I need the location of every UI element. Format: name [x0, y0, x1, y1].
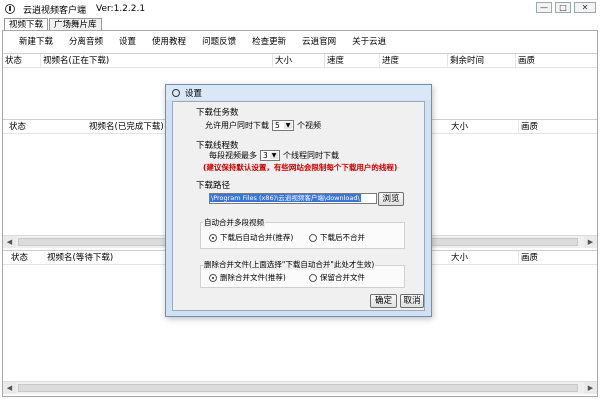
- radio-unselected-icon: [309, 273, 317, 282]
- downloading-table-header: 状态 视频名(正在下载) 大小 速度 进度 剩余时间 画质: [3, 54, 597, 68]
- scroll-left-icon[interactable]: ◀: [3, 382, 16, 394]
- task-count-prefix: 允许用户同时下载: [205, 121, 269, 130]
- settings-dialog-body: 下载任务数 允许用户同时下载 5 ▼ 个视频 下载线程数 每段视频最多 3 ▼ …: [172, 101, 425, 311]
- menu-feedback[interactable]: 问题反馈: [194, 34, 244, 50]
- cancel-button[interactable]: 取消: [400, 294, 424, 308]
- ok-button[interactable]: 确定: [370, 294, 397, 308]
- thread-count-row: 每段视频最多 3 ▼ 个线程同时下载: [209, 150, 339, 161]
- auto-merge-off-radio[interactable]: 下载后不合并: [309, 232, 365, 243]
- delete-merged-on-radio[interactable]: 删除合并文件(推荐): [209, 272, 286, 283]
- menu-tutorial[interactable]: 使用教程: [144, 34, 194, 50]
- waiting-h-scrollbar[interactable]: ◀ ▶: [3, 381, 597, 394]
- download-path-input[interactable]: \Program Files (x86)\云逍视频客户端\download\: [209, 193, 377, 204]
- delete-merged-off-label: 保留合并文件: [320, 273, 365, 282]
- col-status[interactable]: 状态: [3, 54, 41, 68]
- col-size[interactable]: 大小: [449, 120, 519, 134]
- delete-merged-on-label: 删除合并文件(推荐): [220, 273, 286, 282]
- col-quality[interactable]: 画质: [519, 120, 597, 134]
- menu-check-update[interactable]: 检查更新: [244, 34, 294, 50]
- auto-merge-label: 自动合并多段视频: [203, 217, 265, 228]
- menu-new-download[interactable]: 新建下载: [5, 34, 61, 50]
- col-name[interactable]: 视频名(正在下载): [41, 54, 273, 68]
- thread-warning: (建议保持默认设置，有些网站会限制每个下载用户的线程): [203, 163, 398, 172]
- delete-merged-label: 删除合并文件(上面选择"下载自动合并"此处才生效): [203, 259, 376, 270]
- task-count-value: 5: [275, 121, 280, 130]
- auto-merge-off-label: 下载后不合并: [320, 233, 365, 242]
- radio-selected-icon: [209, 273, 217, 282]
- settings-dialog-title: 设置: [185, 88, 203, 99]
- radio-unselected-icon: [309, 233, 317, 242]
- thread-count-prefix: 每段视频最多: [209, 151, 257, 160]
- auto-merge-on-radio[interactable]: 下载后自动合并(推荐): [209, 232, 293, 243]
- scroll-thumb[interactable]: [18, 384, 578, 392]
- dropdown-caret-icon: ▼: [270, 152, 278, 159]
- col-speed[interactable]: 速度: [325, 54, 380, 68]
- col-remaining[interactable]: 剩余时间: [448, 54, 516, 68]
- maximize-button[interactable]: □: [555, 2, 571, 13]
- settings-dialog: 设置 下载任务数 允许用户同时下载 5 ▼ 个视频 下载线程数 每段视频最多 3…: [165, 84, 432, 317]
- scroll-right-icon[interactable]: ▶: [584, 382, 597, 394]
- delete-merged-off-radio[interactable]: 保留合并文件: [309, 272, 365, 283]
- window-controls: — □ ✕: [536, 2, 596, 13]
- app-icon: [5, 4, 15, 14]
- thread-count-value: 3: [263, 151, 268, 160]
- title-bar: 云逍视频客户端 Ver:1.2.2.1 — □ ✕: [0, 0, 600, 18]
- download-path-value: \Program Files (x86)\云逍视频客户端\download\: [210, 194, 361, 202]
- toolbar-menu: 新建下载 分离音频 设置 使用教程 问题反馈 检查更新 云逍官网 关于云逍: [5, 34, 394, 50]
- col-size[interactable]: 大小: [273, 54, 325, 68]
- auto-merge-on-label: 下载后自动合并(推荐): [220, 233, 294, 242]
- settings-dialog-titlebar[interactable]: 设置: [166, 85, 431, 100]
- task-count-heading: 下载任务数: [196, 108, 239, 118]
- menu-official-site[interactable]: 云逍官网: [294, 34, 344, 50]
- task-count-select[interactable]: 5 ▼: [272, 120, 294, 131]
- col-status[interactable]: 状态: [7, 120, 87, 134]
- version-label: Ver:1.2.2.1: [96, 4, 146, 14]
- close-button[interactable]: ✕: [574, 2, 596, 13]
- browse-button[interactable]: 浏览: [378, 192, 404, 206]
- col-size[interactable]: 大小: [449, 251, 519, 265]
- task-count-row: 允许用户同时下载 5 ▼ 个视频: [205, 120, 321, 131]
- scroll-left-icon[interactable]: ◀: [3, 236, 16, 248]
- col-quality[interactable]: 画质: [519, 251, 597, 265]
- window-title: 云逍视频客户端: [23, 5, 87, 16]
- menu-extract-audio[interactable]: 分离音频: [61, 34, 111, 50]
- minimize-button[interactable]: —: [536, 2, 552, 13]
- dropdown-caret-icon: ▼: [284, 122, 292, 129]
- thread-count-select[interactable]: 3 ▼: [260, 150, 280, 161]
- task-count-suffix: 个视频: [297, 121, 321, 130]
- col-quality[interactable]: 画质: [516, 54, 597, 68]
- col-status[interactable]: 状态: [9, 251, 45, 265]
- menu-about[interactable]: 关于云逍: [344, 34, 394, 50]
- menu-settings[interactable]: 设置: [111, 34, 144, 50]
- col-progress[interactable]: 进度: [380, 54, 448, 68]
- radio-selected-icon: [209, 233, 217, 242]
- thread-count-suffix: 个线程同时下载: [283, 151, 339, 160]
- path-heading: 下载路径: [196, 181, 231, 191]
- settings-dialog-icon: [172, 88, 180, 97]
- scroll-right-icon[interactable]: ▶: [584, 236, 597, 248]
